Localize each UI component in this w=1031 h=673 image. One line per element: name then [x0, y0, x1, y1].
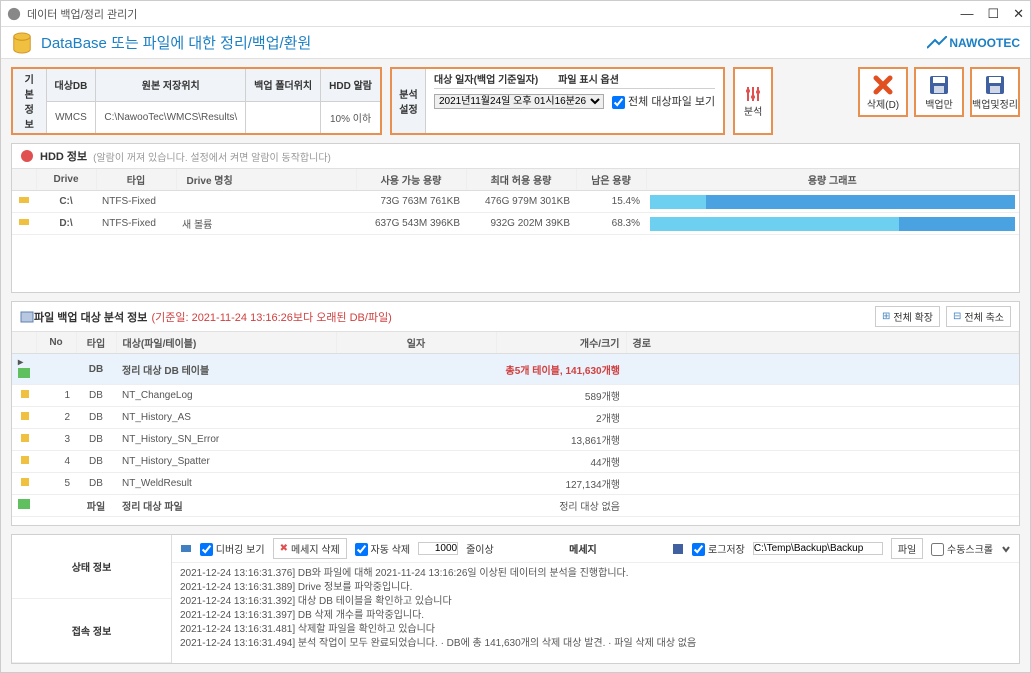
backup-clean-button[interactable]: 백업및정리 — [970, 67, 1020, 117]
window-title: 데이터 백업/정리 관리기 — [27, 6, 960, 22]
date-select[interactable]: 2021년11월24일 오후 01시16분26 — [434, 94, 604, 109]
msg-delete-button[interactable]: ✖메세지 삭제 — [273, 538, 347, 559]
connection-info-label: 접속 정보 — [12, 599, 171, 663]
file-browse-button[interactable]: 파일 — [891, 538, 923, 559]
collapse-all-button[interactable]: ⊟전체 축소 — [946, 306, 1011, 327]
header: DataBase 또는 파일에 대한 정리/백업/환원 NAWOOTEC — [1, 27, 1030, 59]
file-row[interactable]: 2DBNT_History_AS2개행 — [12, 407, 1019, 429]
close-button[interactable]: ✕ — [1013, 6, 1024, 22]
database-icon — [11, 32, 33, 54]
status-info-label: 상태 정보 — [12, 535, 171, 599]
save-icon — [928, 74, 950, 96]
analyze-button[interactable]: 분석 — [733, 67, 773, 135]
sliders-icon — [744, 85, 762, 103]
file-table: No 타입 대상(파일/테이블) 일자 개수/크기 경로 ▸DB정리 대상 DB… — [12, 332, 1019, 517]
maximize-button[interactable]: ☐ — [987, 6, 999, 22]
hdd-row[interactable]: C:\NTFS-Fixed 73G 763M 761KB476G 979M 30… — [12, 191, 1019, 213]
titlebar: 데이터 백업/정리 관리기 — ☐ ✕ — [1, 1, 1030, 27]
delete-button[interactable]: 삭제(D) — [858, 67, 908, 117]
delete-icon — [872, 74, 894, 96]
file-row[interactable]: 3DBNT_History_SN_Error13,861개행 — [12, 429, 1019, 451]
threshold-input[interactable] — [418, 542, 458, 555]
log-path-input[interactable] — [753, 542, 883, 555]
hdd-panel: HDD 정보 (알람이 꺼져 있습니다. 설정에서 켜면 알람이 동작합니다) … — [11, 143, 1020, 293]
app-icon — [7, 7, 21, 21]
hdd-row[interactable]: D:\NTFS-Fixed새 볼륨 637G 543M 396KB932G 20… — [12, 213, 1019, 235]
hdd-table: Drive 타입 Drive 명칭 사용 가능 용량 최대 허용 용량 남은 용… — [12, 169, 1019, 235]
expand-all-button[interactable]: ⊞전체 확장 — [875, 306, 940, 327]
status-panel: 상태 정보 접속 정보 디버깅 보기 ✖메세지 삭제 자동 삭제 줄이상 메세지… — [11, 534, 1020, 664]
status-log[interactable]: 2021-12-24 13:16:31.376] DB와 파일에 대해 2021… — [172, 563, 1019, 663]
hdd-icon — [20, 149, 34, 163]
file-footer-row[interactable]: 파일정리 대상 파일정리 대상 없음 — [12, 495, 1019, 517]
file-row[interactable]: 4DBNT_History_Spatter44개행 — [12, 451, 1019, 473]
save-clean-icon — [984, 74, 1006, 96]
analyze-settings: 분석 설정 대상 일자(백업 기준일자) 파일 표시 옵션 2021년11월24… — [390, 67, 725, 135]
file-summary-row[interactable]: ▸DB정리 대상 DB 테이블총5개 테이블, 141,630개행 — [12, 354, 1019, 385]
monitor-icon — [180, 543, 192, 555]
app-window: 데이터 백업/정리 관리기 — ☐ ✕ DataBase 또는 파일에 대한 정… — [0, 0, 1031, 673]
status-toolbar: 디버깅 보기 ✖메세지 삭제 자동 삭제 줄이상 메세지 로그저장 파일 수동스… — [172, 535, 1019, 563]
scroll-down-icon[interactable] — [1001, 544, 1011, 554]
manual-scroll-checkbox[interactable]: 수동스크롤 — [931, 541, 993, 557]
file-analysis-panel: 파일 백업 대상 분석 정보 (기준일: 2021-11-24 13:16:26… — [11, 301, 1020, 526]
auto-delete-checkbox[interactable]: 자동 삭제 — [355, 541, 410, 557]
page-title: DataBase 또는 파일에 대한 정리/백업/환원 — [41, 32, 311, 53]
log-save-checkbox[interactable]: 로그저장 — [692, 541, 745, 557]
vendor-logo: NAWOOTEC — [927, 36, 1020, 50]
save-small-icon — [672, 543, 684, 555]
show-all-checkbox[interactable]: 전체 대상파일 보기 — [612, 93, 715, 109]
backup-only-button[interactable]: 백업만 — [914, 67, 964, 117]
top-panel: 기본 정보 대상DB원본 저장위치백업 폴더위치HDD 알람 WMCS C:\N… — [11, 67, 1020, 135]
basic-info-table: 기본 정보 대상DB원본 저장위치백업 폴더위치HDD 알람 WMCS C:\N… — [11, 67, 382, 135]
debug-checkbox[interactable]: 디버깅 보기 — [200, 541, 265, 557]
file-row[interactable]: 5DBNT_WeldResult127,134개행 — [12, 473, 1019, 495]
basic-info-label: 기본 정보 — [12, 68, 46, 134]
file-row[interactable]: 1DBNT_ChangeLog589개행 — [12, 385, 1019, 407]
file-list-icon — [20, 310, 34, 324]
minimize-button[interactable]: — — [960, 6, 973, 21]
